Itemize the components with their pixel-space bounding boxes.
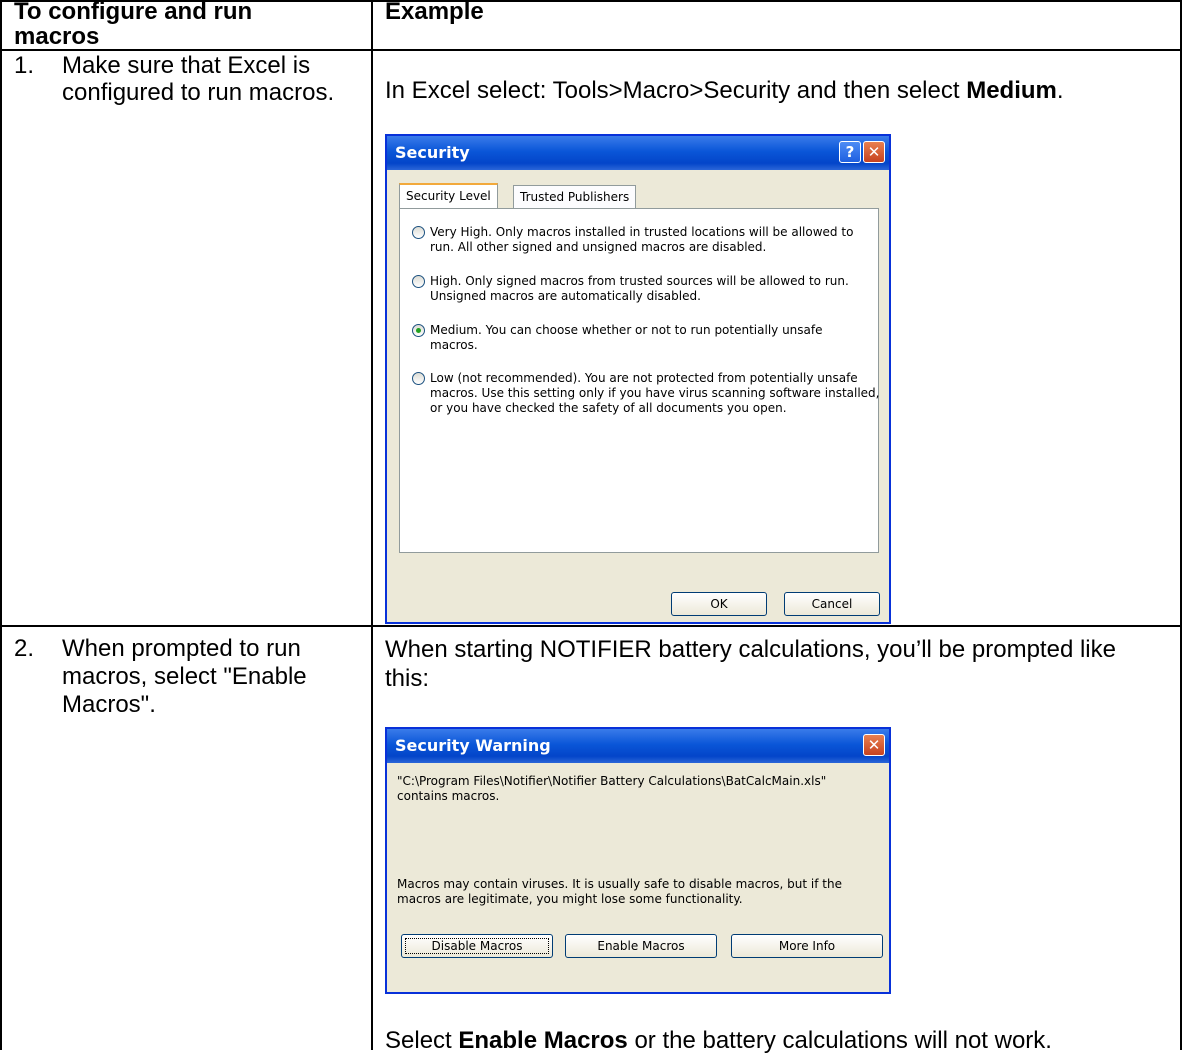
radio-low[interactable] bbox=[412, 372, 425, 385]
step-example-text: When starting NOTIFIER battery calculati… bbox=[385, 636, 1116, 692]
example-prefix: In Excel select: Tools>Macro>Security an… bbox=[385, 77, 967, 104]
radio-very-high[interactable] bbox=[412, 226, 425, 239]
step-example-text: In Excel select: Tools>Macro>Security an… bbox=[385, 77, 1064, 104]
example-bold: Medium bbox=[966, 77, 1057, 104]
warning-dialog-titlebar[interactable]: Security Warning bbox=[387, 729, 889, 763]
option-low-label: Low (not recommended). You are not prote… bbox=[430, 371, 880, 415]
header-right: Example bbox=[385, 0, 484, 25]
security-dialog-title: Security bbox=[395, 143, 470, 162]
table-header-divider bbox=[0, 49, 1182, 51]
more-info-button[interactable]: More Info bbox=[731, 934, 883, 958]
option-very-high-label: Very High. Only macros installed in trus… bbox=[430, 225, 854, 254]
cancel-button[interactable]: Cancel bbox=[784, 592, 880, 616]
security-level-panel: Very High. Only macros installed in trus… bbox=[399, 208, 880, 553]
table-left-border bbox=[0, 0, 2, 1050]
macro-warning-info: Macros may contain viruses. It is usuall… bbox=[397, 877, 842, 906]
focus-ring bbox=[405, 938, 549, 954]
radio-high[interactable] bbox=[412, 275, 425, 288]
tab-trusted-publishers[interactable]: Trusted Publishers bbox=[513, 185, 637, 209]
enable-macros-button[interactable]: Enable Macros bbox=[565, 934, 717, 958]
security-dialog: Security ? ✕ Security Level Trusted Publ… bbox=[385, 134, 891, 624]
table-mid-border bbox=[371, 0, 373, 1050]
step-number: 2. bbox=[14, 635, 35, 662]
security-warning-dialog: Security Warning ✕ "C:\Program Files\Not… bbox=[385, 727, 891, 994]
radio-medium[interactable] bbox=[412, 324, 425, 337]
step-instruction: Make sure that Excel is configured to ru… bbox=[62, 52, 335, 106]
warning-dialog-title: Security Warning bbox=[395, 736, 551, 755]
option-high-label: High. Only signed macros from trusted so… bbox=[430, 274, 849, 303]
close-icon[interactable]: ✕ bbox=[863, 141, 885, 163]
security-dialog-titlebar[interactable]: Security bbox=[387, 136, 889, 170]
disable-macros-button[interactable]: Disable Macros bbox=[401, 934, 553, 958]
option-medium-label: Medium. You can choose whether or not to… bbox=[430, 323, 823, 352]
tab-security-level[interactable]: Security Level bbox=[399, 183, 498, 209]
ok-button[interactable]: OK bbox=[671, 592, 767, 616]
macro-file-path: "C:\Program Files\Notifier\Notifier Batt… bbox=[397, 774, 827, 803]
step-instruction: When prompted to run macros, select "Ena… bbox=[62, 635, 307, 718]
step-number: 1. bbox=[14, 52, 35, 79]
header-left: To configure and run macros bbox=[14, 0, 253, 50]
help-icon[interactable]: ? bbox=[839, 141, 861, 163]
close-icon[interactable]: ✕ bbox=[863, 734, 885, 756]
table-row-divider bbox=[0, 625, 1182, 627]
example-suffix: . bbox=[1056, 77, 1064, 104]
document-page: To configure and run macros Example 1. M… bbox=[0, 0, 1182, 1054]
